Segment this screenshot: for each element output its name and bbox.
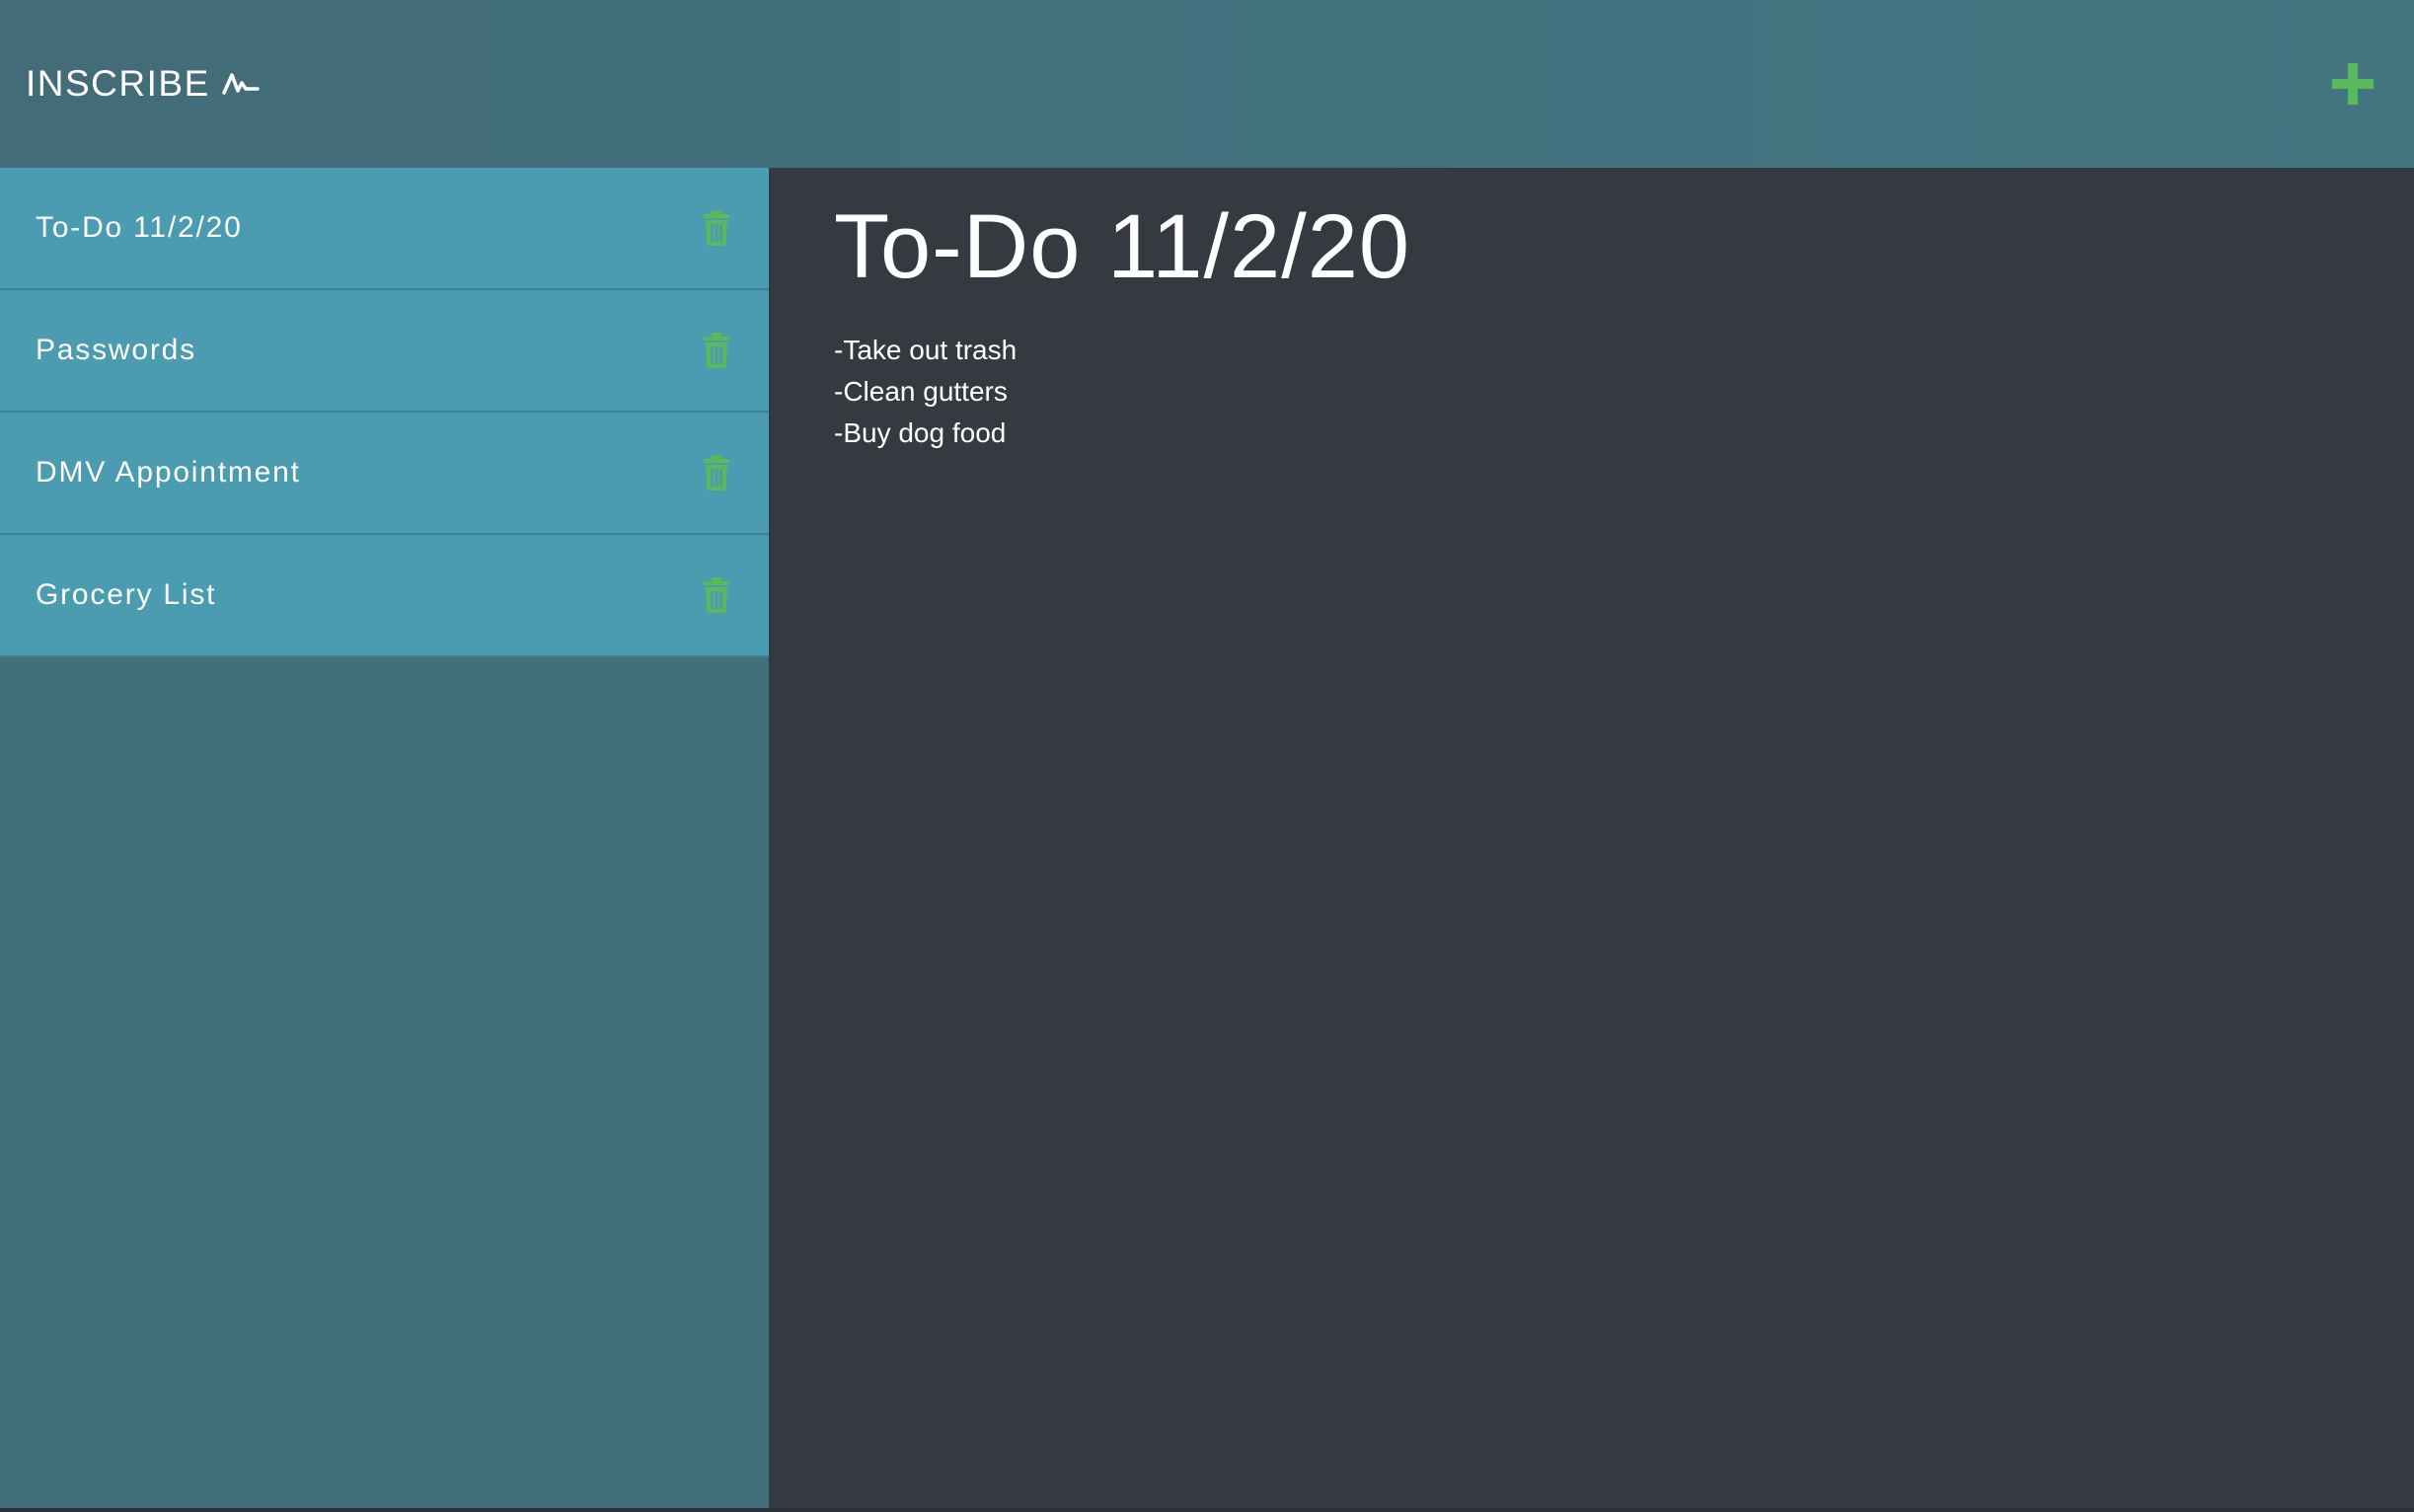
note-item-grocery-list[interactable]: Grocery List <box>0 535 769 657</box>
note-item-dmv-appointment[interactable]: DMV Appointment <box>0 413 769 535</box>
pulse-signature-icon <box>222 73 260 95</box>
top-navbar: INSCRIBE <box>0 0 2414 168</box>
note-line: -Buy dog food <box>834 416 1007 448</box>
note-item-label: Passwords <box>36 334 196 366</box>
add-note-button[interactable] <box>2321 52 2384 115</box>
note-item-passwords[interactable]: Passwords <box>0 290 769 413</box>
note-item-label: DMV Appointment <box>36 456 301 489</box>
trash-icon[interactable] <box>702 455 731 491</box>
notes-sidebar: To-Do 11/2/20 Passwords DMV Appointment <box>0 168 771 1512</box>
trash-icon[interactable] <box>702 210 731 246</box>
plus-icon <box>2332 63 2374 105</box>
trash-icon[interactable] <box>702 333 731 368</box>
bottom-border <box>0 1508 2414 1512</box>
app-brand[interactable]: INSCRIBE <box>26 63 260 105</box>
note-item-label: Grocery List <box>36 578 217 611</box>
trash-icon[interactable] <box>702 577 731 613</box>
note-line: -Clean gutters <box>834 375 1008 407</box>
note-editor: To-Do 11/2/20 -Take out trash -Clean gut… <box>773 168 2414 1512</box>
note-line: -Take out trash <box>834 334 1018 365</box>
brand-title: INSCRIBE <box>26 63 210 104</box>
note-title[interactable]: To-Do 11/2/20 <box>834 195 2414 300</box>
note-item-label: To-Do 11/2/20 <box>36 211 243 244</box>
note-body[interactable]: -Take out trash -Clean gutters -Buy dog … <box>834 330 2414 454</box>
note-item-todo[interactable]: To-Do 11/2/20 <box>0 168 769 290</box>
